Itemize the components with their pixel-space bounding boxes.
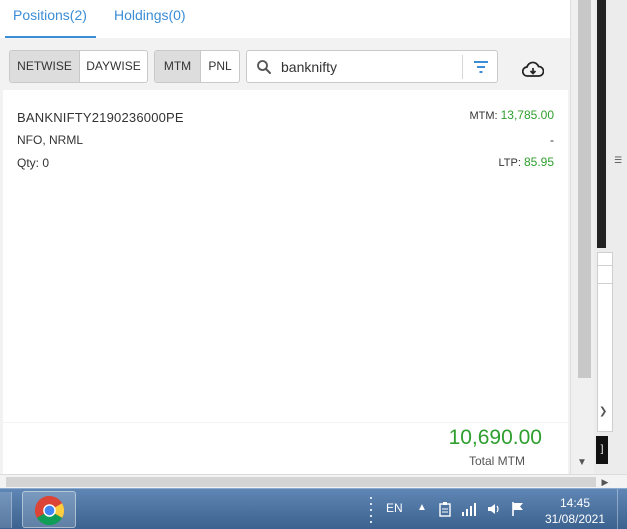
- tray-grip-icon: [370, 497, 372, 523]
- cloud-download-icon[interactable]: [522, 60, 544, 80]
- search-input[interactable]: [281, 55, 461, 79]
- qty-label: Qty:: [17, 156, 40, 170]
- mtm-button[interactable]: MTM: [155, 51, 200, 82]
- clock-time: 14:45: [559, 496, 591, 510]
- position-row[interactable]: BANKNIFTY2190236000PE NFO, NRML Qty: 0 M…: [3, 90, 568, 178]
- clipboard-icon[interactable]: [437, 501, 453, 517]
- mtm-value: 13,785.00: [500, 108, 554, 122]
- grip-icon[interactable]: ☰: [614, 155, 622, 167]
- tab-holdings[interactable]: Holdings(0): [114, 0, 194, 38]
- taskbar-clock[interactable]: 14:45 31/08/2021: [538, 495, 612, 527]
- scroll-right-icon[interactable]: ▶: [598, 475, 612, 489]
- tab-bar: Positions(2) Holdings(0): [0, 0, 570, 38]
- action-center-flag-icon[interactable]: [510, 501, 526, 517]
- search-icon: [257, 60, 271, 74]
- language-indicator[interactable]: EN: [386, 501, 403, 515]
- background-window-edge: ☰ ❯ ]: [594, 0, 627, 474]
- view-toggle: NETWISE DAYWISE: [9, 50, 148, 83]
- filter-icon[interactable]: [472, 58, 490, 76]
- position-middle-value: -: [550, 133, 554, 147]
- daywise-button[interactable]: DAYWISE: [79, 51, 147, 82]
- qty-value: 0: [42, 156, 50, 170]
- total-mtm-footer: 10,690.00 Total MTM: [3, 423, 568, 474]
- chrome-taskbar-button[interactable]: [22, 491, 76, 528]
- tab-positions[interactable]: Positions(2): [5, 0, 96, 38]
- position-symbol: BANKNIFTY2190236000PE: [17, 110, 184, 125]
- pnl-button[interactable]: PNL: [200, 51, 239, 82]
- network-signal-icon[interactable]: [461, 501, 477, 517]
- ltp-label: LTP:: [498, 157, 521, 169]
- background-dark-block: ]: [596, 436, 608, 464]
- screen: Positions(2) Holdings(0) NETWISE DAYWISE…: [0, 0, 627, 529]
- ltp-value: 85.95: [523, 155, 554, 169]
- positions-panel: Positions(2) Holdings(0) NETWISE DAYWISE…: [0, 0, 570, 474]
- tray-expand-icon[interactable]: ▲: [417, 502, 427, 513]
- show-desktop-button[interactable]: [617, 489, 627, 529]
- clock-date: 31/08/2021: [544, 512, 606, 526]
- vertical-scroll-thumb[interactable]: [578, 0, 591, 378]
- horizontal-scroll-thumb[interactable]: [6, 477, 596, 487]
- position-qty: Qty: 0: [17, 156, 49, 170]
- start-area[interactable]: [0, 492, 12, 528]
- background-panel: [597, 252, 613, 432]
- mode-toggle: MTM PNL: [154, 50, 240, 83]
- horizontal-scrollbar[interactable]: ▶: [0, 474, 627, 488]
- positions-list: BANKNIFTY2190236000PE NFO, NRML Qty: 0 M…: [3, 90, 568, 422]
- search-divider: [462, 55, 463, 79]
- windows-taskbar: EN ▲ 14:45 31/08/2021: [0, 488, 627, 529]
- chrome-icon: [34, 495, 65, 526]
- total-mtm-value: 10,690.00: [448, 426, 542, 449]
- position-mtm: MTM: 13,785.00: [469, 108, 554, 122]
- netwise-button[interactable]: NETWISE: [10, 51, 79, 82]
- panel-divider: [598, 265, 612, 266]
- volume-icon[interactable]: [486, 501, 502, 517]
- chevron-right-icon[interactable]: ❯: [599, 406, 607, 417]
- total-mtm-label: Total MTM: [468, 454, 525, 468]
- position-exchange-product: NFO, NRML: [17, 133, 83, 147]
- position-ltp: LTP: 85.95: [498, 155, 554, 169]
- panel-divider: [598, 283, 612, 284]
- scroll-down-icon[interactable]: ▼: [575, 456, 589, 470]
- mtm-label: MTM:: [469, 110, 498, 122]
- search-box: [246, 50, 498, 83]
- background-dark-strip: [597, 0, 606, 248]
